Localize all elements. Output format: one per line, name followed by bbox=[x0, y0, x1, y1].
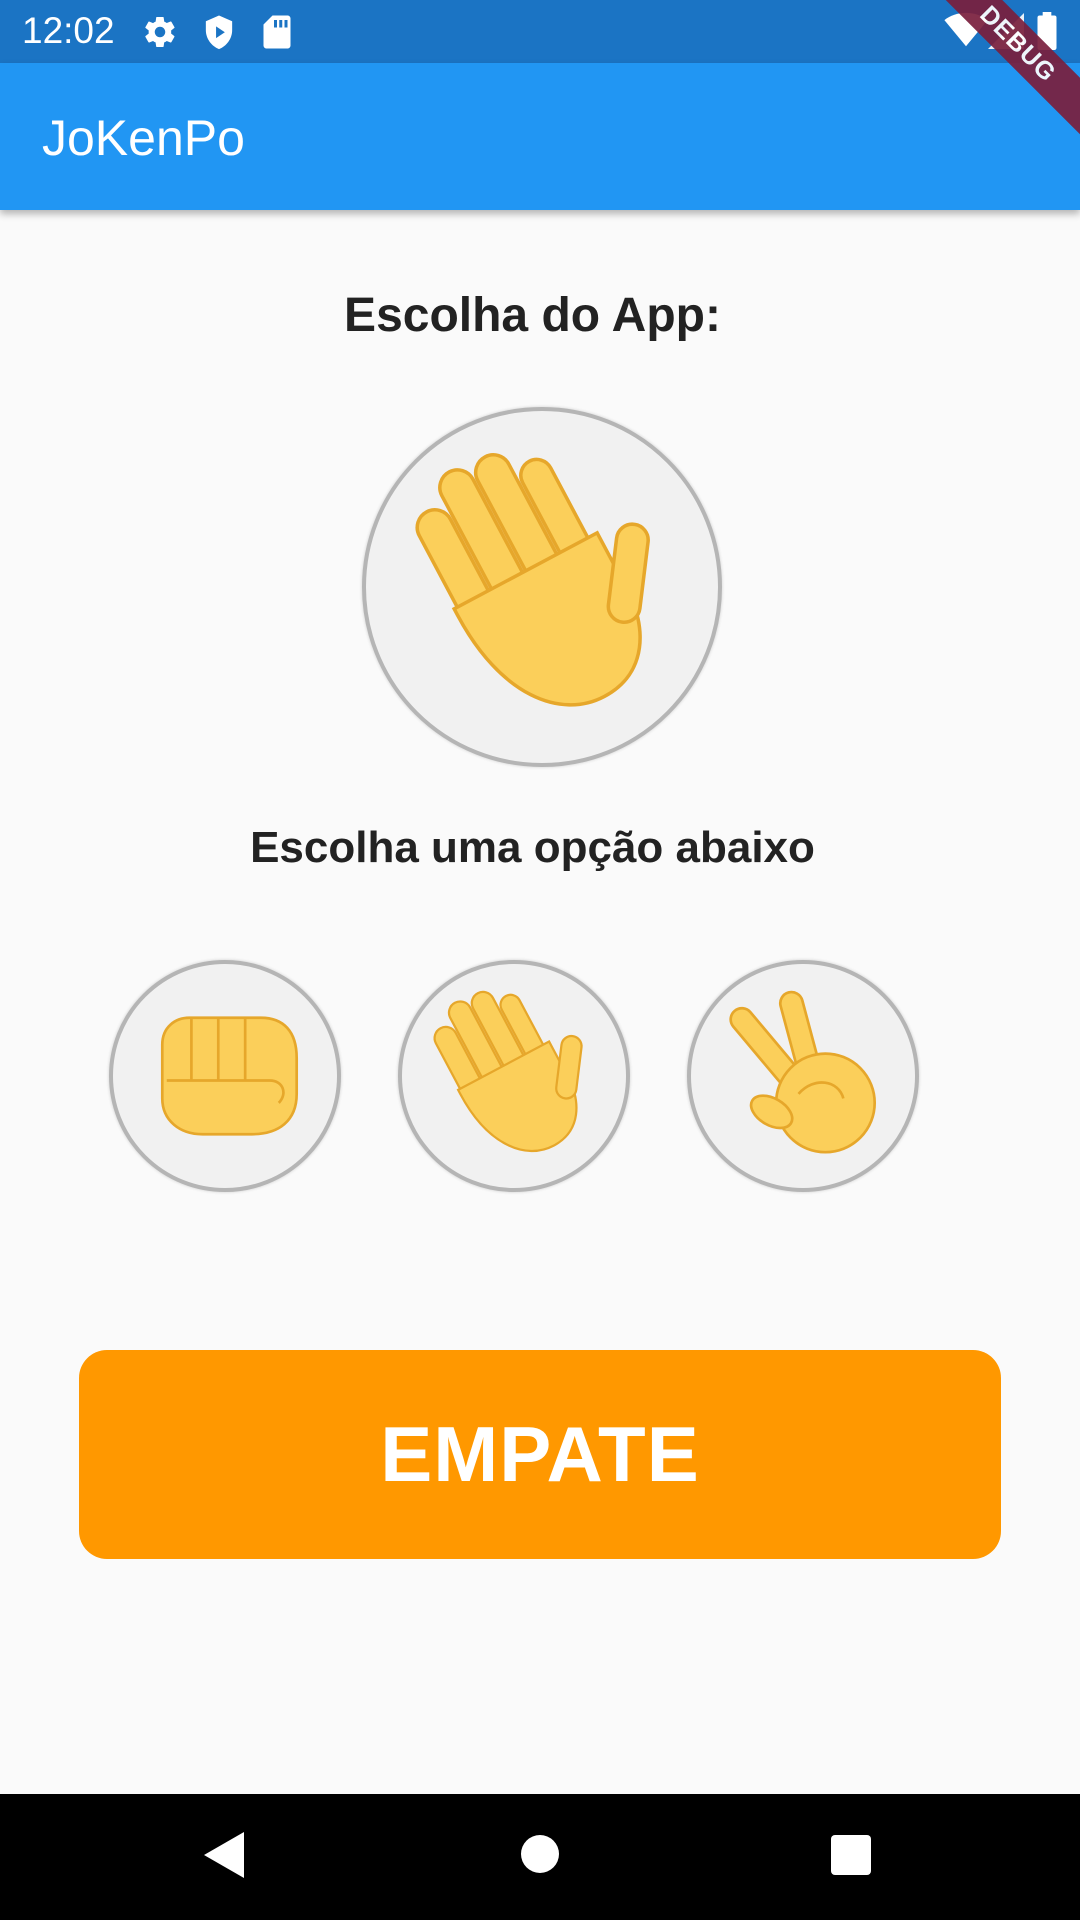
shield-icon bbox=[201, 14, 237, 52]
gear-icon bbox=[142, 14, 178, 50]
option-scissors[interactable] bbox=[687, 960, 919, 1192]
app-bar: JoKenPo bbox=[0, 63, 1080, 210]
scissors-hand-icon bbox=[729, 990, 877, 1154]
option-rock[interactable] bbox=[109, 960, 341, 1192]
screen: 12:02 JoKenPo DEBUG Escolha do App: Esco… bbox=[0, 0, 1080, 1920]
result-label: EMPATE bbox=[380, 1410, 700, 1498]
status-bar: 12:02 bbox=[0, 0, 1080, 63]
paper-hand-icon bbox=[433, 990, 583, 1153]
options-heading: Escolha uma opção abaixo bbox=[250, 823, 815, 872]
recents-icon[interactable] bbox=[831, 1835, 871, 1875]
app-title: JoKenPo bbox=[42, 110, 245, 166]
nav-bar bbox=[0, 1794, 1080, 1920]
app-choice-image bbox=[362, 407, 722, 767]
app-choice-heading: Escolha do App: bbox=[344, 289, 721, 342]
status-time: 12:02 bbox=[22, 10, 115, 51]
back-icon[interactable] bbox=[204, 1832, 244, 1878]
option-paper[interactable] bbox=[398, 960, 630, 1192]
sd-card-icon bbox=[262, 14, 292, 50]
home-icon[interactable] bbox=[520, 1834, 560, 1874]
result-button[interactable]: EMPATE bbox=[79, 1350, 1001, 1559]
paper-hand-icon bbox=[415, 453, 650, 707]
rock-fist-icon bbox=[160, 1016, 299, 1136]
